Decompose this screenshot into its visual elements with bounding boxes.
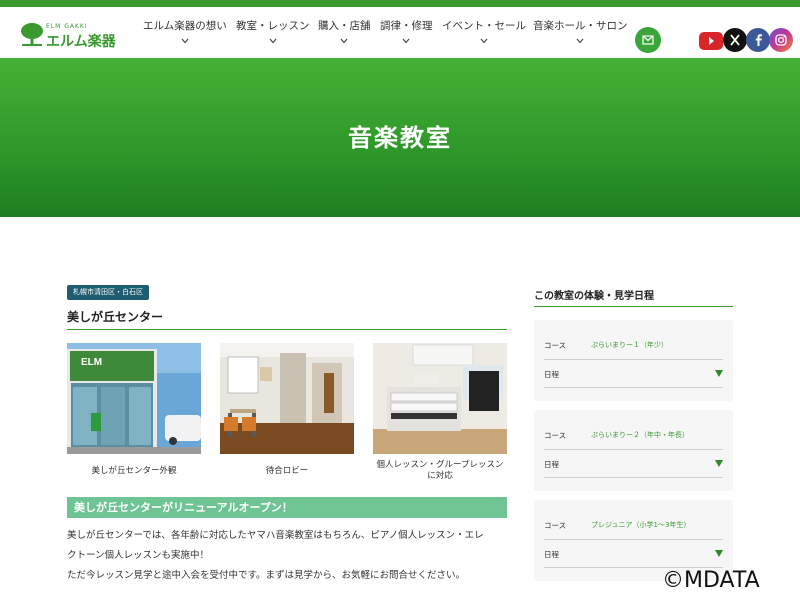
course-label: コース	[544, 521, 567, 530]
triangle-down-icon[interactable]	[715, 370, 723, 377]
triangle-down-icon[interactable]	[715, 460, 723, 467]
page-title: 音楽教室	[348, 124, 452, 152]
trial-card: コース ぷらいまりー１（年少） 日程	[534, 320, 733, 401]
card-divider	[544, 539, 723, 540]
photo-caption: 待合ロビー	[265, 466, 309, 476]
center-title: 美しが丘センター	[67, 310, 164, 324]
chevron-down-icon	[480, 38, 488, 44]
nav-label: 音楽ホール・サロン	[533, 20, 628, 32]
svg-text:ELM: ELM	[81, 357, 102, 368]
description-line: クトーン個人レッスンも実施中！	[67, 550, 210, 561]
card-divider	[544, 477, 723, 478]
course-label: コース	[544, 341, 567, 350]
photo-caption: 個人レッスン・グループレッスンに対応	[376, 460, 504, 481]
nav-label: イベント・セール	[442, 20, 526, 32]
photo-lobby	[220, 343, 354, 454]
nav-item-lessons[interactable]: 教室・レッスン	[236, 18, 310, 45]
schedule-label: 日程	[544, 550, 559, 559]
title-divider	[67, 329, 507, 330]
schedule-label: 日程	[544, 460, 559, 469]
nav-item-tuning[interactable]: 調律・修理	[380, 18, 433, 45]
renewal-banner: 美しが丘センターがリニューアルオープン！	[67, 497, 507, 518]
course-label: コース	[544, 431, 567, 440]
x-link[interactable]	[723, 28, 747, 52]
schedule-label: 日程	[544, 370, 559, 379]
photo-lesson-room	[373, 343, 507, 454]
sidebar-title: この教室の体験・見学日程	[534, 291, 654, 302]
tree-logo-icon	[21, 23, 43, 46]
nav-label: 教室・レッスン	[236, 20, 310, 32]
watermark: ©MDATA	[662, 568, 760, 593]
description-line: ただ今レッスン見学と途中入会を受付中です。まずは見学から、お気軽にお問合せくださ…	[67, 570, 466, 581]
card-divider	[544, 449, 723, 450]
chevron-down-icon	[402, 38, 410, 44]
mail-button[interactable]	[635, 27, 661, 53]
logo-text: エルム楽器	[46, 34, 116, 50]
photo-exterior: ELM	[67, 343, 201, 454]
card-divider	[544, 387, 723, 388]
nav-item-purchase[interactable]: 購入・店舗	[318, 18, 371, 45]
trial-card: コース ぷらいまりー２（年中・年長） 日程	[534, 410, 733, 491]
course-name: ぷらいまりー１（年少）	[591, 341, 668, 349]
nav-item-philosophy[interactable]: エルム楽器の想い	[143, 18, 227, 45]
youtube-icon	[709, 37, 714, 45]
area-tag: 札幌市清田区・白石区	[67, 285, 149, 300]
course-name: ぷらいまりー２（年中・年長）	[591, 431, 689, 439]
site-logo[interactable]: ELM GAKKI エルム楽器	[20, 22, 130, 50]
nav-item-hall[interactable]: 音楽ホール・サロン	[533, 18, 628, 45]
course-name: プレジュニア（小学1〜3年生）	[591, 521, 691, 529]
nav-label: 購入・店舗	[318, 20, 371, 32]
mail-icon	[642, 35, 654, 45]
sidebar-divider	[534, 306, 733, 307]
chevron-down-icon	[576, 38, 584, 44]
chevron-down-icon	[269, 38, 277, 44]
top-accent-bar	[0, 0, 800, 7]
youtube-link[interactable]	[699, 32, 723, 50]
nav-label: 調律・修理	[380, 20, 433, 32]
triangle-down-icon[interactable]	[715, 550, 723, 557]
site-header: ELM GAKKI エルム楽器 エルム楽器の想い 教室・レッスン 購入・店舗 調…	[0, 7, 800, 58]
nav-label: エルム楽器の想い	[143, 20, 227, 32]
logo-subtext: ELM GAKKI	[46, 23, 88, 30]
facebook-link[interactable]	[746, 28, 770, 52]
card-divider	[544, 359, 723, 360]
chevron-down-icon	[340, 38, 348, 44]
instagram-link[interactable]	[769, 28, 793, 52]
instagram-icon	[775, 34, 787, 46]
photo-caption: 美しが丘センター外観	[91, 466, 177, 476]
nav-item-events[interactable]: イベント・セール	[442, 18, 526, 45]
description-line: 美しが丘センターでは、各年齢に対応したヤマハ音楽教室はもちろん、ピアノ個人レッス…	[67, 530, 484, 541]
hero-banner: 音楽教室	[0, 58, 800, 217]
facebook-icon	[755, 34, 762, 46]
chevron-down-icon	[181, 38, 189, 44]
x-icon	[730, 34, 740, 46]
